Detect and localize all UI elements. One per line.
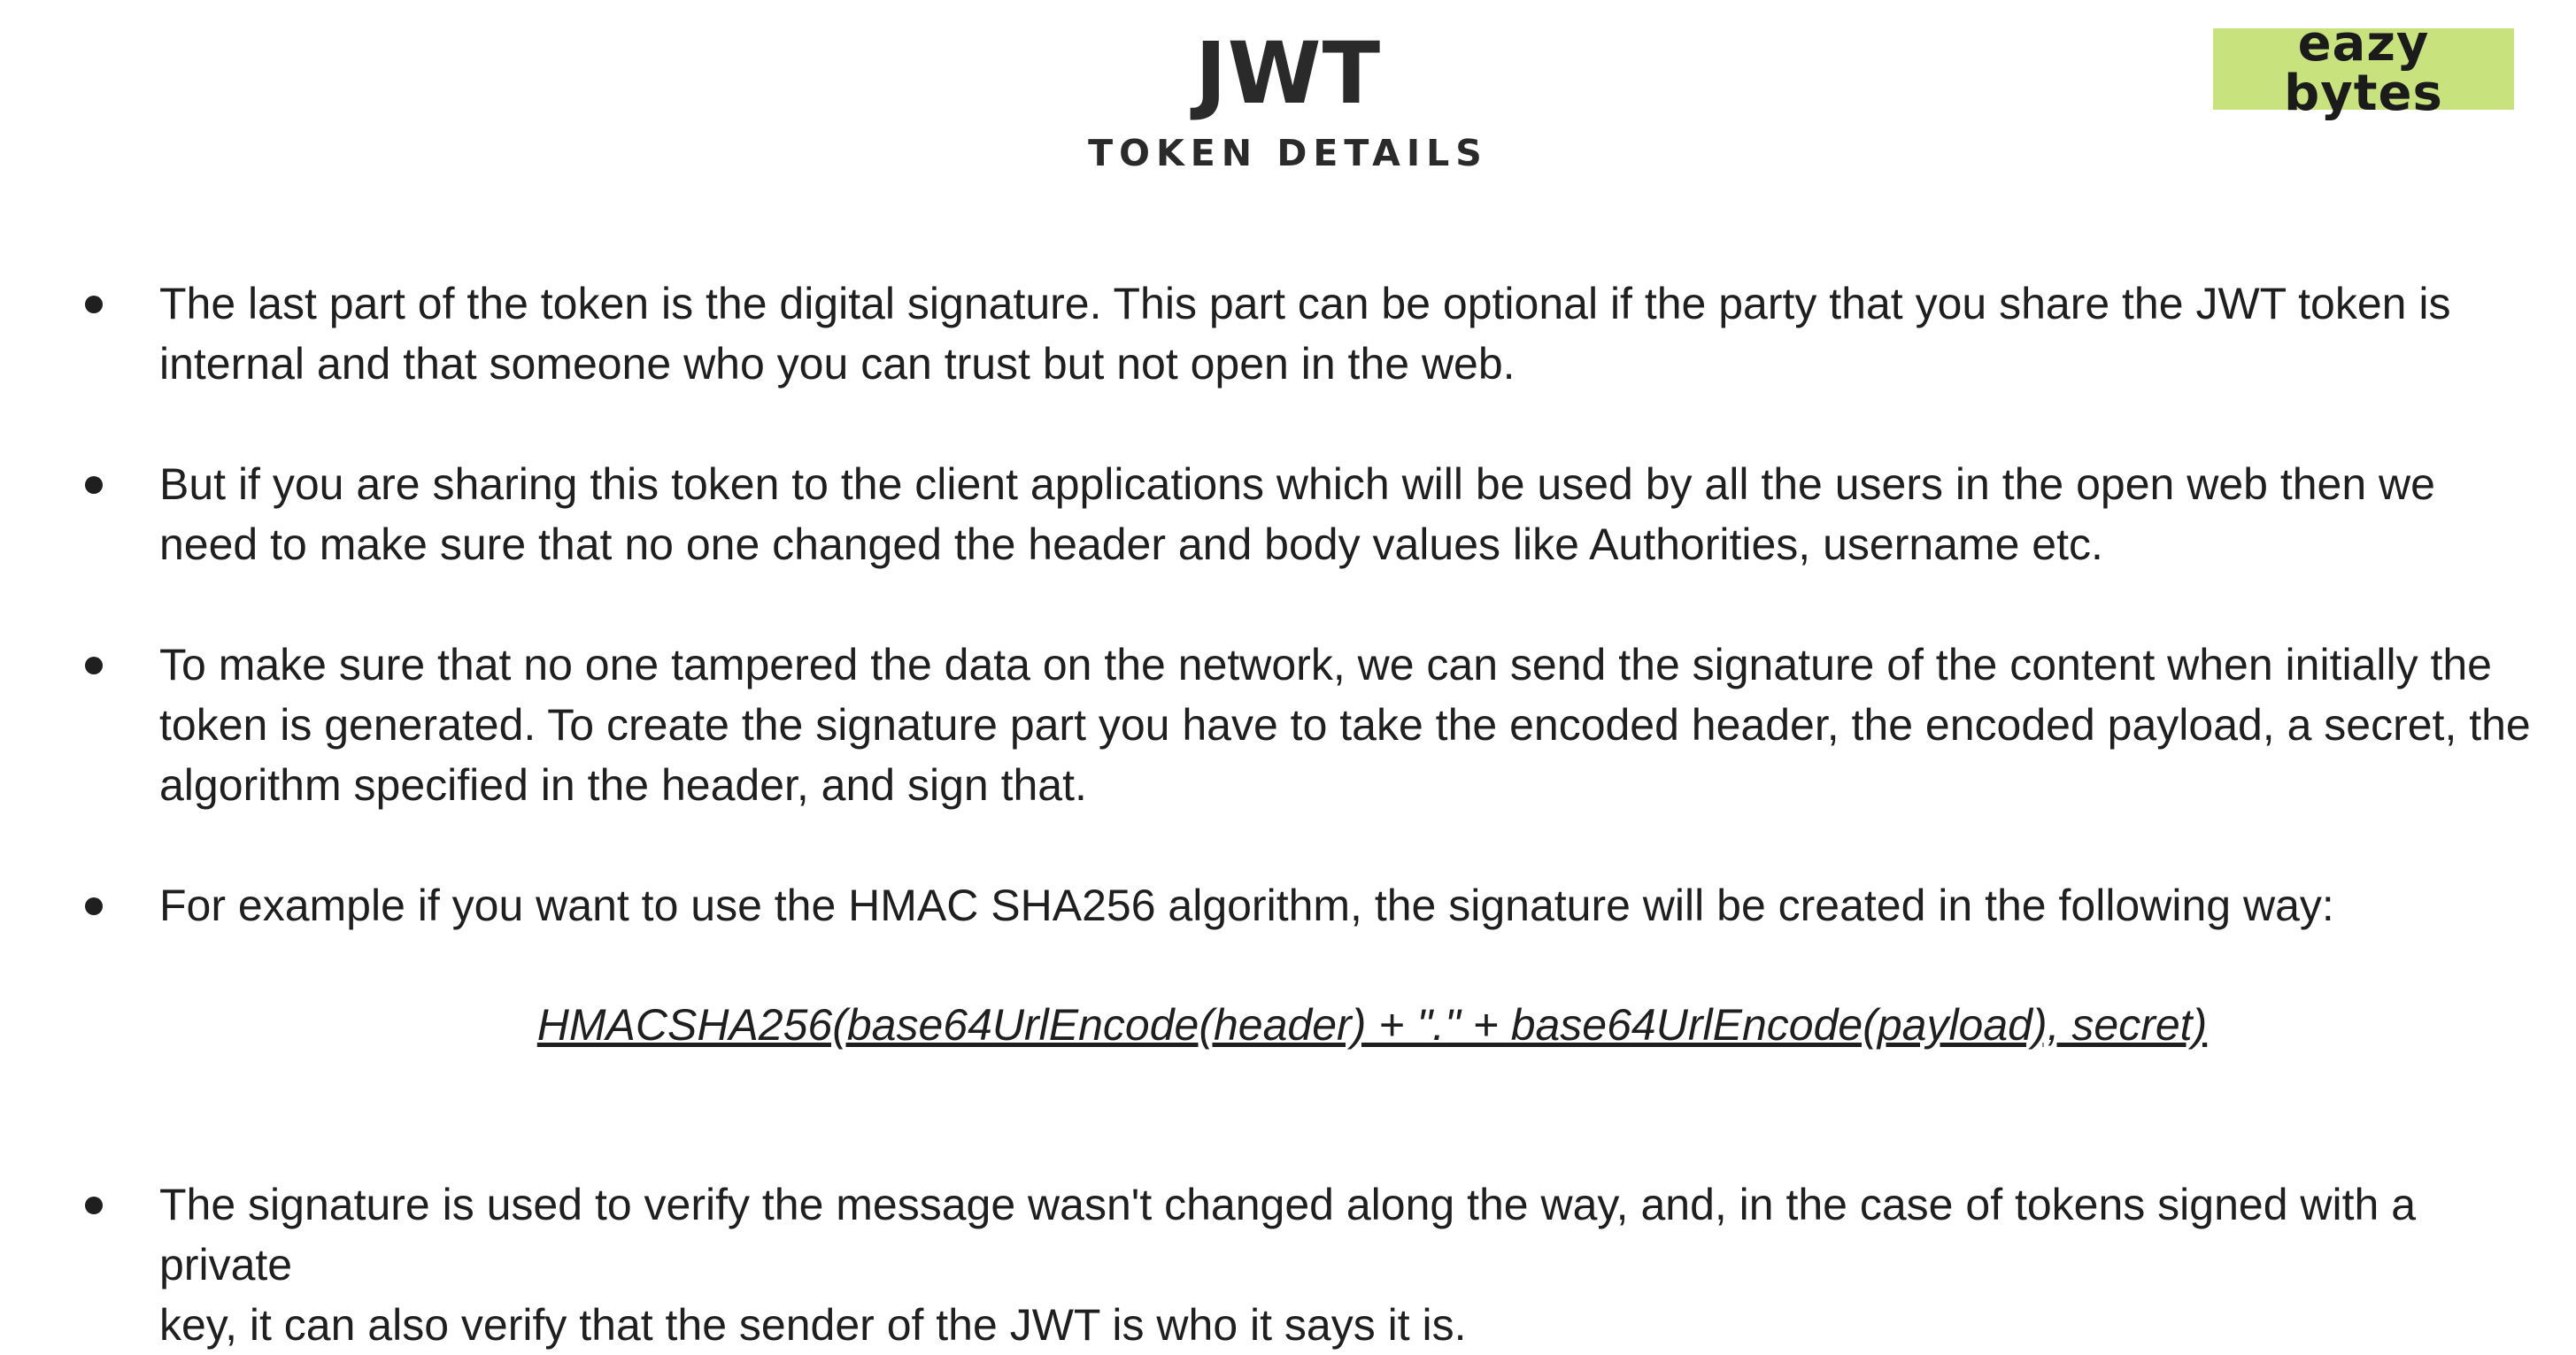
bullet-list: The last part of the token is the digita… — [0, 0, 2576, 1350]
bullet-text-line: key, it can also verify that the sender … — [159, 1300, 1467, 1350]
bullet-text-line: The last part of the token is the digita… — [159, 279, 2451, 328]
bullet-text-line: To make sure that no one tampered the da… — [159, 640, 2492, 689]
bullet-item-4: For example if you want to use the HMAC … — [159, 875, 2558, 935]
bullet-dot-icon — [85, 1197, 103, 1214]
bullet-text-line: token is generated. To create the signat… — [159, 700, 2531, 750]
bullet-item-2: But if you are sharing this token to the… — [159, 454, 2558, 574]
bullet-dot-icon — [85, 897, 103, 915]
bullet-dot-icon — [85, 476, 103, 494]
bullet-text-line: But if you are sharing this token to the… — [159, 459, 2435, 509]
bullet-dot-icon — [85, 296, 103, 313]
bullet-text-line: The signature is used to verify the mess… — [159, 1180, 2417, 1290]
bullet-text-line: For example if you want to use the HMAC … — [159, 881, 2334, 930]
bullet-text-line: algorithm specified in the header, and s… — [159, 760, 1087, 810]
bullet-item-1: The last part of the token is the digita… — [159, 273, 2558, 394]
bullet-text-line: need to make sure that no one changed th… — [159, 520, 2103, 569]
hmac-formula: HMACSHA256(base64UrlEncode(header) + "."… — [536, 1000, 2208, 1050]
bullet-text-line: internal and that someone who you can tr… — [159, 339, 1516, 389]
bullet-dot-icon — [85, 657, 103, 674]
bullet-item-3: To make sure that no one tampered the da… — [159, 635, 2558, 815]
bullet-item-5: The signature is used to verify the mess… — [159, 1174, 2558, 1355]
